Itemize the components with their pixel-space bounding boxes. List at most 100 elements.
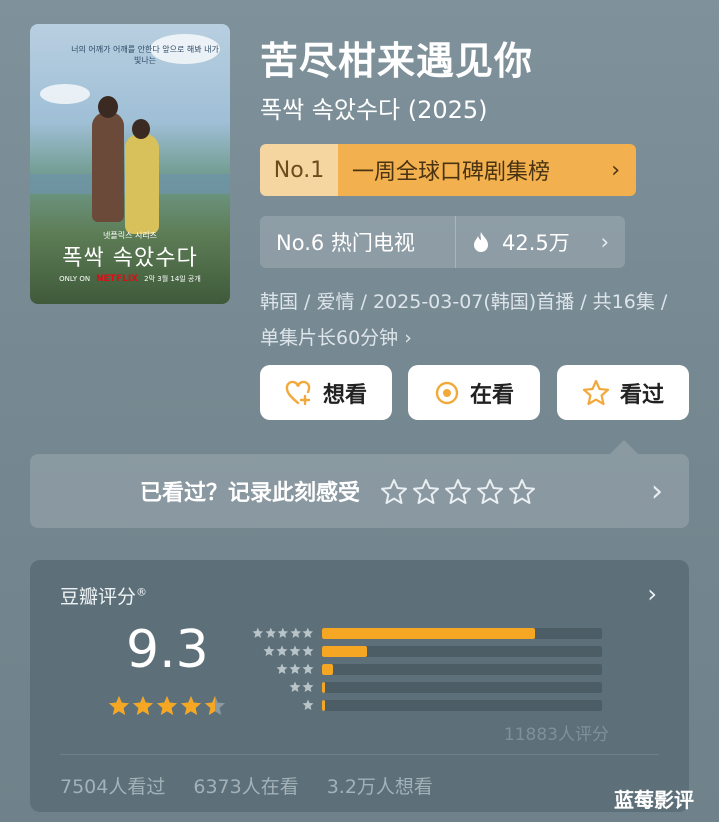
rating-count: 11883人评分: [503, 725, 609, 745]
distribution-row-4-star: [252, 642, 602, 660]
distribution-bar: [322, 627, 535, 639]
small-star-icon: [302, 645, 314, 656]
small-star-icon: [289, 681, 301, 692]
rank-label-wrap: 一周全球口碑剧集榜 ›: [338, 144, 636, 196]
small-star-icon: [302, 699, 314, 710]
chevron-right-icon[interactable]: ›: [647, 580, 657, 608]
popover-tip: [610, 440, 638, 454]
person-figure: [92, 112, 124, 222]
star-icon: [157, 696, 177, 715]
rating-score: 9.3: [126, 620, 209, 680]
douban-rating-card[interactable]: 豆瓣评分® › 9.3 11883人评分 7504人看过 6373人在看 3.2…: [30, 560, 689, 812]
star-icon: [109, 696, 129, 715]
registered-mark: ®: [136, 585, 148, 599]
rank-label: 一周全球口碑剧集榜: [352, 160, 551, 185]
star-outline-icon[interactable]: [476, 478, 504, 505]
hot-rank-label: No.6 热门电视: [260, 216, 456, 268]
score-stars: [108, 695, 226, 716]
watch-stats: 7504人看过 6373人在看 3.2万人想看: [60, 772, 433, 799]
small-star-icon: [290, 627, 301, 638]
small-star-icon: [277, 627, 289, 638]
distribution-bar: [322, 663, 334, 675]
cloud-shape: [40, 84, 90, 104]
watched-button[interactable]: 看过: [557, 365, 689, 420]
distribution-track: [322, 663, 602, 675]
small-star-icon: [263, 645, 275, 656]
star-outline-icon[interactable]: [380, 478, 408, 505]
small-star-icon: [289, 663, 301, 674]
watermark: 蓝莓影评: [614, 788, 694, 812]
watched-label: 看过: [619, 382, 664, 408]
chevron-right-icon: ›: [611, 157, 620, 183]
small-star-icon: [252, 627, 264, 638]
poster-tagline: 너의 어깨가 어깨를 안한다 앞으로 해봐 내가 빛나는: [71, 45, 219, 65]
small-star-icon: [265, 627, 276, 638]
rating-distribution: [252, 624, 602, 714]
person-head: [132, 119, 150, 139]
person-figure: [125, 134, 159, 234]
rating-title-text: 豆瓣评分: [60, 586, 137, 608]
watched-count: 7504人看过: [60, 776, 166, 798]
distribution-track: [322, 627, 602, 639]
small-star-icon: [276, 663, 288, 674]
small-star-icon: [276, 645, 288, 656]
poster-title: 폭싹 속았수다: [62, 246, 198, 271]
star-outline-icon[interactable]: [412, 478, 440, 505]
divider: [60, 754, 659, 755]
distribution-star-label: [252, 663, 322, 675]
distribution-bar: [322, 681, 325, 693]
distribution-star-label: [252, 681, 322, 693]
poster-only-on: ONLY ON: [59, 275, 91, 283]
small-star-icon: [302, 663, 314, 674]
distribution-track: [322, 681, 602, 693]
distribution-star-label: [252, 645, 322, 657]
rate-stars[interactable]: [380, 478, 536, 505]
show-meta-info[interactable]: 韩国 / 爱情 / 2025-03-07(韩国)首播 / 共16集 / 单集片长…: [260, 284, 680, 356]
star-icon: [133, 696, 153, 715]
record-label: 已看过？记录此刻感受: [140, 481, 361, 506]
poster-image[interactable]: 너의 어깨가 어깨를 안한다 앞으로 해봐 내가 빛나는 넷플릭스 시리즈 폭싹…: [30, 24, 230, 304]
poster-footer: ONLY ON NETFLIX 2막 3월 14일 공개: [30, 274, 230, 284]
watching-label: 在看: [469, 382, 514, 408]
global-rank-badge[interactable]: No.1 一周全球口碑剧集榜 ›: [260, 144, 636, 196]
hot-tv-rank-badge[interactable]: No.6 热门电视 42.5万 ›: [260, 216, 625, 268]
distribution-track: [322, 645, 602, 657]
distribution-row-2-star: [252, 678, 602, 696]
record-feeling-row[interactable]: 已看过？记录此刻感受 ›: [30, 454, 689, 528]
star-icon: [205, 696, 225, 715]
page-title: 苦尽柑来遇见你: [260, 39, 534, 83]
original-title: 폭싹 속았수다 (2025): [260, 96, 488, 124]
rating-title: 豆瓣评分®: [60, 582, 147, 609]
distribution-row-1-star: [252, 696, 602, 714]
chevron-right-icon: ›: [600, 230, 609, 254]
distribution-star-label: [252, 627, 322, 639]
small-star-icon: [302, 681, 314, 692]
target-circle-icon: [435, 381, 459, 404]
heat-value-wrap: 42.5万 ›: [456, 216, 625, 268]
star-outline-icon: [582, 379, 610, 406]
distribution-star-label: [252, 699, 322, 711]
heat-value: 42.5万: [502, 231, 570, 255]
distribution-row-3-star: [252, 660, 602, 678]
star-outline-icon[interactable]: [508, 478, 536, 505]
distribution-bar: [322, 645, 367, 657]
rank-number: No.1: [260, 144, 338, 196]
distribution-track: [322, 699, 602, 711]
distribution-row-5-star: [252, 624, 602, 642]
poster-release: 2막 3월 14일 공개: [144, 275, 201, 283]
person-head: [98, 96, 118, 118]
watching-button[interactable]: 在看: [408, 365, 540, 420]
watching-count: 6373人在看: [193, 776, 299, 798]
small-star-icon: [302, 627, 314, 638]
want-count: 3.2万人想看: [326, 776, 433, 798]
small-star-icon: [289, 645, 301, 656]
star-icon: [181, 696, 201, 715]
flame-icon: [474, 232, 488, 252]
distribution-bar: [322, 699, 325, 711]
want-label: 想看: [322, 382, 367, 408]
chevron-right-icon: ›: [651, 473, 663, 509]
star-outline-icon[interactable]: [444, 478, 472, 505]
want-to-watch-button[interactable]: 想看: [260, 365, 392, 420]
netflix-logo: NETFLIX: [96, 274, 139, 284]
heart-plus-icon: [285, 380, 311, 405]
